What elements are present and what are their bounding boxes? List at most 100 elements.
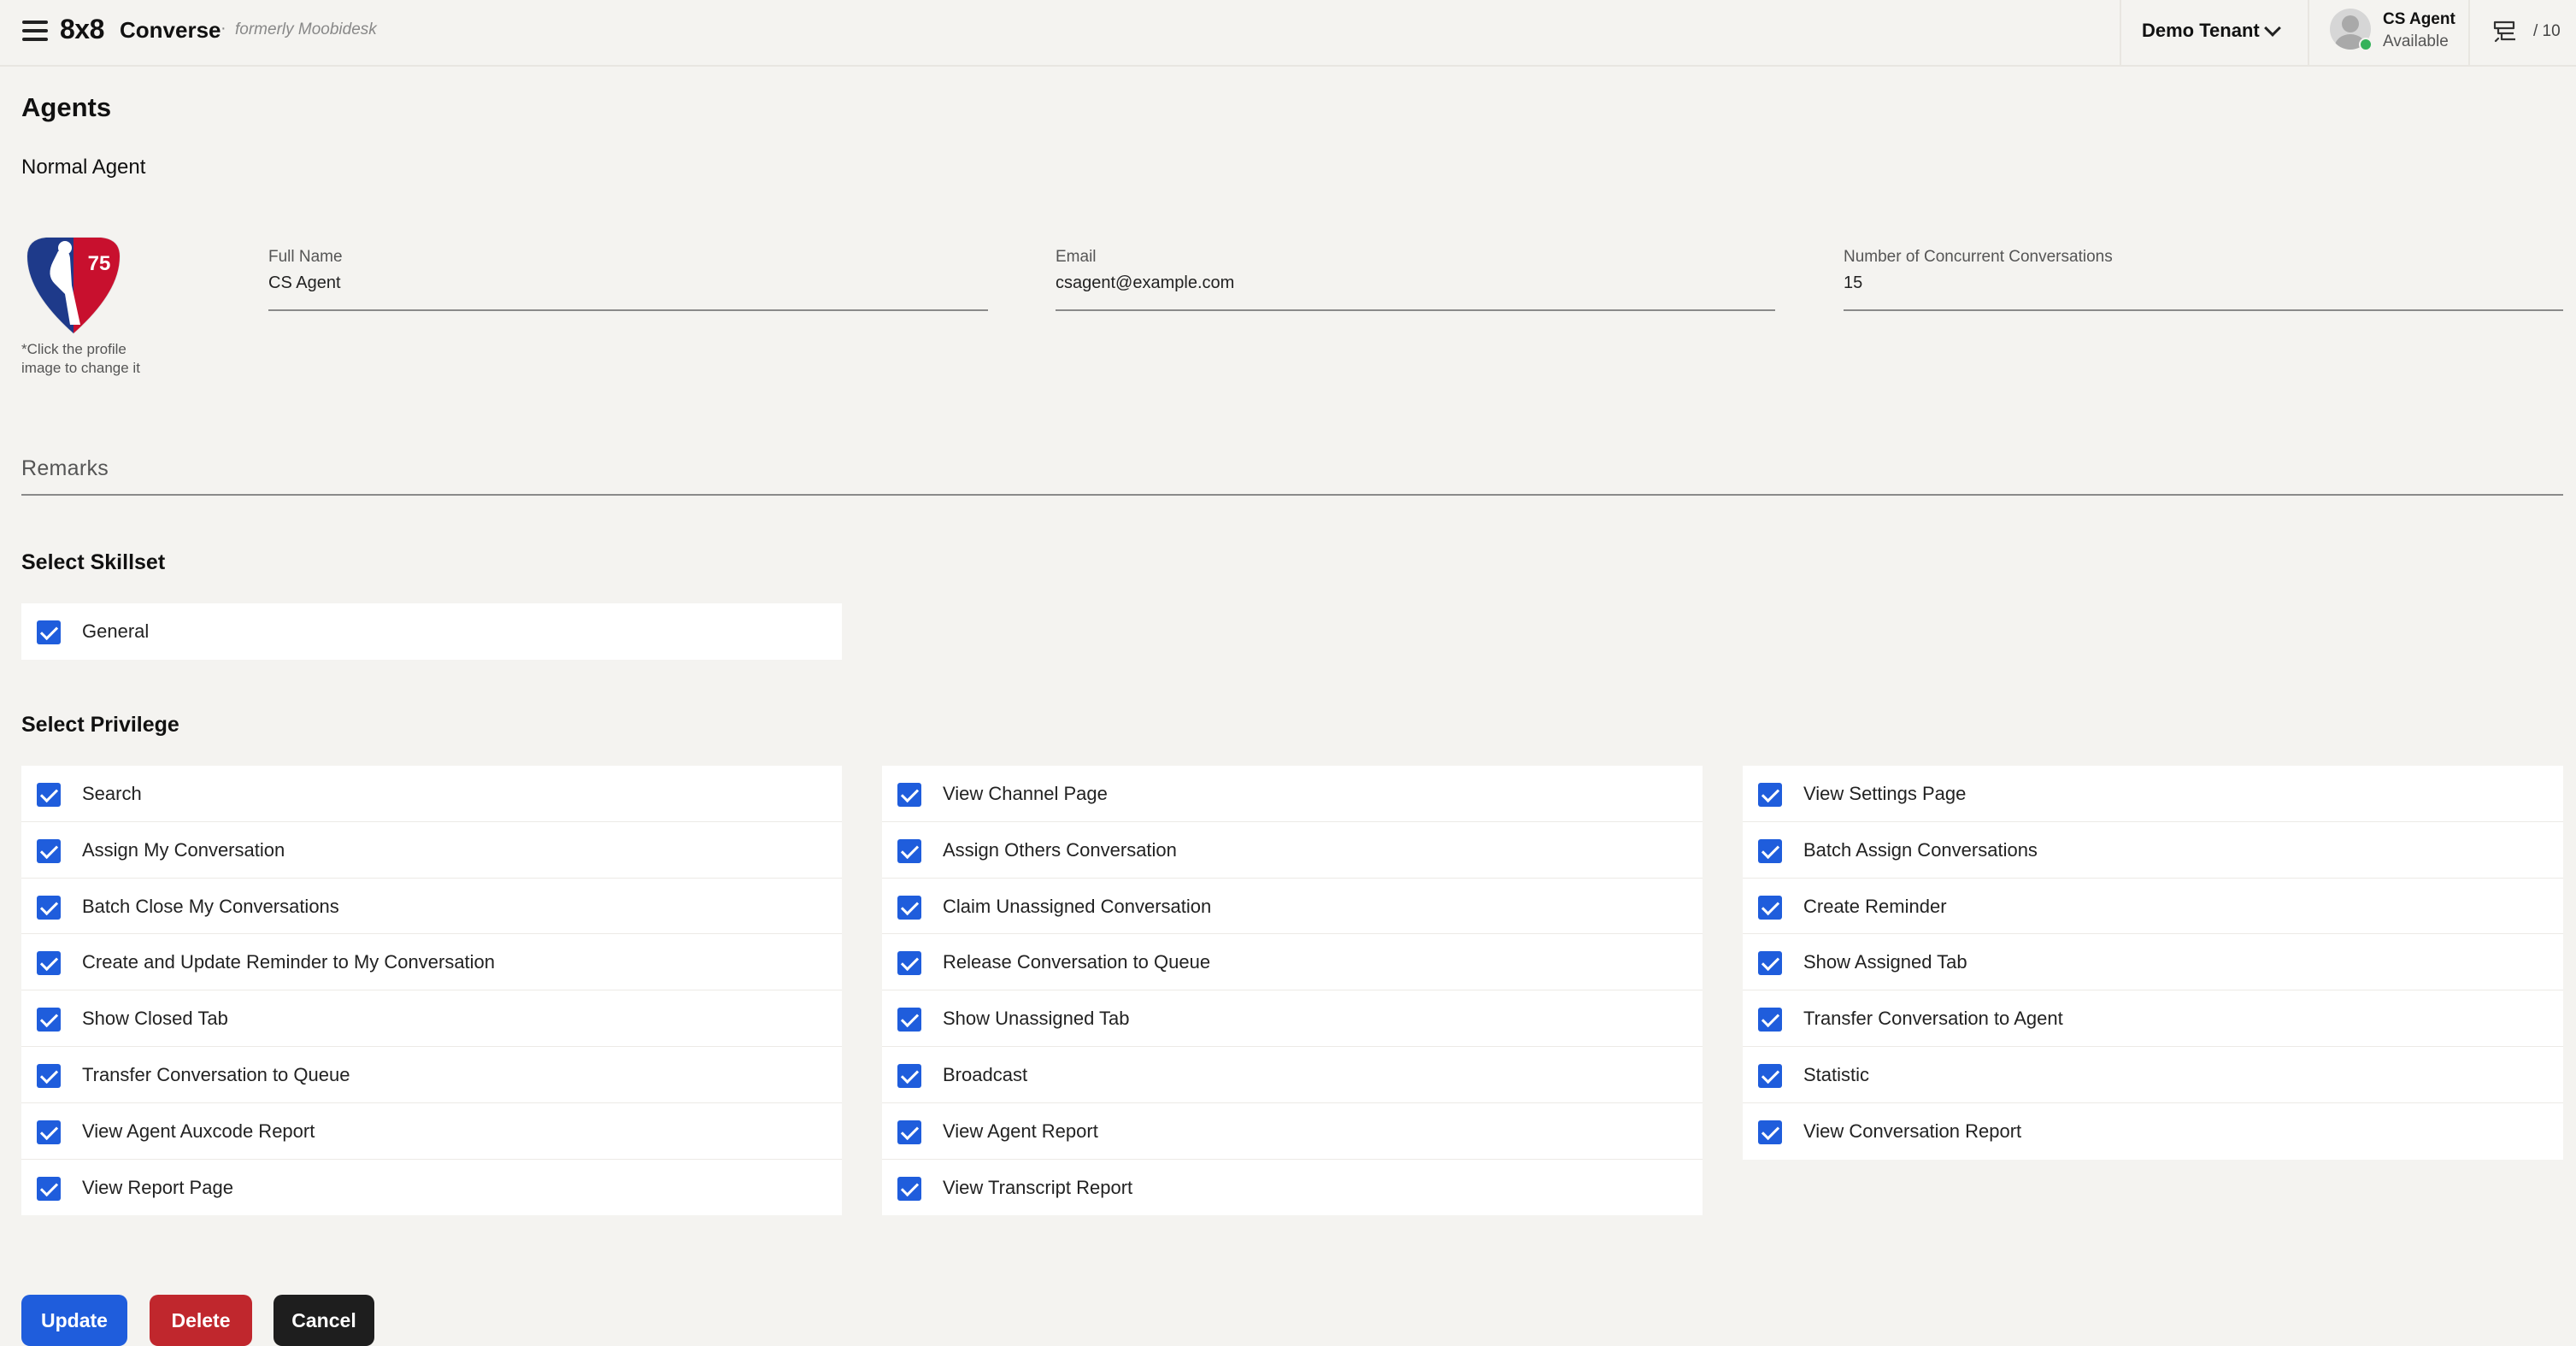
delete-button[interactable]: Delete <box>150 1295 252 1346</box>
page-subtitle: Normal Agent <box>21 156 146 179</box>
privilege-label: View Channel Page <box>943 783 1108 804</box>
checkbox-checked-icon[interactable] <box>1758 895 1782 920</box>
privilege-item[interactable]: Statistic <box>1743 1047 2563 1103</box>
status-available-icon <box>2359 38 2373 51</box>
privilege-label: View Settings Page <box>1803 783 1967 804</box>
remarks-field[interactable]: Remarks <box>21 451 2563 496</box>
privilege-item[interactable]: View Settings Page <box>1743 766 2563 822</box>
page-title: Agents <box>21 92 112 122</box>
privilege-column-3: View Settings Page Batch Assign Conversa… <box>1743 766 2563 1160</box>
checkbox-checked-icon[interactable] <box>1758 1063 1782 1088</box>
privilege-label: View Agent Auxcode Report <box>82 1120 315 1142</box>
profile-image[interactable]: 75 <box>21 232 126 338</box>
privilege-label: Transfer Conversation to Queue <box>82 1063 350 1085</box>
email-label: Email <box>1056 248 1097 266</box>
privilege-label: Batch Assign Conversations <box>1803 838 2038 861</box>
checkbox-checked-icon[interactable] <box>1758 951 1782 976</box>
privilege-item[interactable]: Claim Unassigned Conversation <box>882 879 1703 935</box>
top-bar: 8x8 Converse · formerly Moobidesk Demo T… <box>0 0 2576 67</box>
privilege-label: Show Assigned Tab <box>1803 951 1967 973</box>
privilege-label: Statistic <box>1803 1063 1870 1085</box>
checkbox-checked-icon[interactable] <box>37 783 61 807</box>
skillset-title: Select Skillset <box>21 550 166 574</box>
email-input[interactable] <box>1056 273 1775 293</box>
privilege-item[interactable]: Create Reminder <box>1743 879 2563 935</box>
privilege-label: Transfer Conversation to Agent <box>1803 1008 2063 1030</box>
privilege-label: Batch Close My Conversations <box>82 895 339 917</box>
tenant-selector[interactable]: Demo Tenant <box>2120 0 2291 65</box>
checkbox-checked-icon[interactable] <box>1758 1120 1782 1144</box>
user-menu[interactable]: CS Agent Available <box>2308 0 2470 65</box>
privilege-item[interactable]: Broadcast <box>882 1047 1703 1103</box>
privilege-label: Create Reminder <box>1803 895 1947 917</box>
privilege-label: Create and Update Reminder to My Convers… <box>82 951 496 973</box>
full-name-label: Full Name <box>268 248 343 266</box>
privilege-item[interactable]: View Agent Auxcode Report <box>21 1103 842 1160</box>
privilege-item[interactable]: Show Unassigned Tab <box>882 990 1703 1047</box>
cancel-button[interactable]: Cancel <box>273 1295 374 1346</box>
checkbox-checked-icon[interactable] <box>897 783 921 807</box>
user-name: CS Agent <box>2383 10 2455 28</box>
privilege-label: Claim Unassigned Conversation <box>943 895 1212 917</box>
update-button[interactable]: Update <box>21 1295 127 1346</box>
chevron-down-icon <box>2264 20 2281 37</box>
checkbox-checked-icon[interactable] <box>37 838 61 863</box>
checkbox-checked-icon[interactable] <box>37 1063 61 1088</box>
checkbox-checked-icon[interactable] <box>37 895 61 920</box>
privilege-label: View Report Page <box>82 1176 233 1198</box>
brand-name: Converse <box>120 17 221 43</box>
checkbox-checked-icon[interactable] <box>897 838 921 863</box>
checkbox-checked-icon[interactable] <box>897 1008 921 1032</box>
privilege-label: Release Conversation to Queue <box>943 951 1211 973</box>
skillset-list: General <box>21 603 842 660</box>
privilege-label: View Agent Report <box>943 1120 1098 1142</box>
privilege-label: Assign My Conversation <box>82 838 285 861</box>
checkbox-checked-icon[interactable] <box>897 1063 921 1088</box>
privilege-label: Search <box>82 783 142 804</box>
privilege-item[interactable]: Create and Update Reminder to My Convers… <box>21 934 842 991</box>
full-name-field[interactable]: Full Name <box>268 248 988 311</box>
checkbox-checked-icon[interactable] <box>1758 783 1782 807</box>
queue-count: / 10 <box>2533 22 2561 40</box>
checkbox-checked-icon[interactable] <box>897 1120 921 1144</box>
tenant-label: Demo Tenant <box>2142 20 2260 41</box>
privilege-item[interactable]: Batch Close My Conversations <box>21 879 842 935</box>
checkbox-checked-icon[interactable] <box>897 951 921 976</box>
profile-image-hint: *Click the profile image to change it <box>21 341 140 376</box>
privilege-item[interactable]: Assign My Conversation <box>21 822 842 879</box>
privilege-item[interactable]: Transfer Conversation to Agent <box>1743 990 2563 1047</box>
checkbox-checked-icon[interactable] <box>1758 838 1782 863</box>
checkbox-checked-icon[interactable] <box>897 895 921 920</box>
privilege-item[interactable]: Assign Others Conversation <box>882 822 1703 879</box>
checkbox-checked-icon[interactable] <box>37 1176 61 1201</box>
privilege-item[interactable]: Release Conversation to Queue <box>882 934 1703 991</box>
checkbox-checked-icon[interactable] <box>897 1176 921 1201</box>
brand-separator: · <box>221 19 226 38</box>
privilege-column-2: View Channel Page Assign Others Conversa… <box>882 766 1703 1216</box>
full-name-input[interactable] <box>268 273 988 293</box>
checkbox-checked-icon[interactable] <box>37 951 61 976</box>
privilege-label: Assign Others Conversation <box>943 838 1177 861</box>
privilege-item[interactable]: View Report Page <box>21 1160 842 1216</box>
checkbox-checked-icon[interactable] <box>37 1008 61 1032</box>
checkbox-checked-icon[interactable] <box>1758 1008 1782 1032</box>
privilege-item[interactable]: Batch Assign Conversations <box>1743 822 2563 879</box>
privilege-item[interactable]: View Transcript Report <box>882 1160 1703 1216</box>
skillset-item-general[interactable]: General <box>21 603 842 660</box>
user-status: Available <box>2383 32 2449 50</box>
concurrent-conversations-field[interactable]: Number of Concurrent Conversations <box>1844 248 2563 311</box>
email-field[interactable]: Email <box>1056 248 1775 311</box>
privilege-item[interactable]: Show Closed Tab <box>21 990 842 1047</box>
privilege-item[interactable]: View Agent Report <box>882 1103 1703 1160</box>
concurrent-conversations-input[interactable] <box>1844 273 2563 293</box>
checkbox-checked-icon[interactable] <box>37 620 61 644</box>
skillset-item-label: General <box>82 620 150 642</box>
privilege-item[interactable]: View Conversation Report <box>1743 1103 2563 1160</box>
privilege-item[interactable]: Transfer Conversation to Queue <box>21 1047 842 1103</box>
privilege-item[interactable]: Show Assigned Tab <box>1743 934 2563 991</box>
conversation-queue-icon <box>2493 21 2515 43</box>
privilege-item[interactable]: Search <box>21 766 842 822</box>
checkbox-checked-icon[interactable] <box>37 1120 61 1144</box>
hamburger-menu-icon[interactable] <box>22 21 48 43</box>
privilege-item[interactable]: View Channel Page <box>882 766 1703 822</box>
